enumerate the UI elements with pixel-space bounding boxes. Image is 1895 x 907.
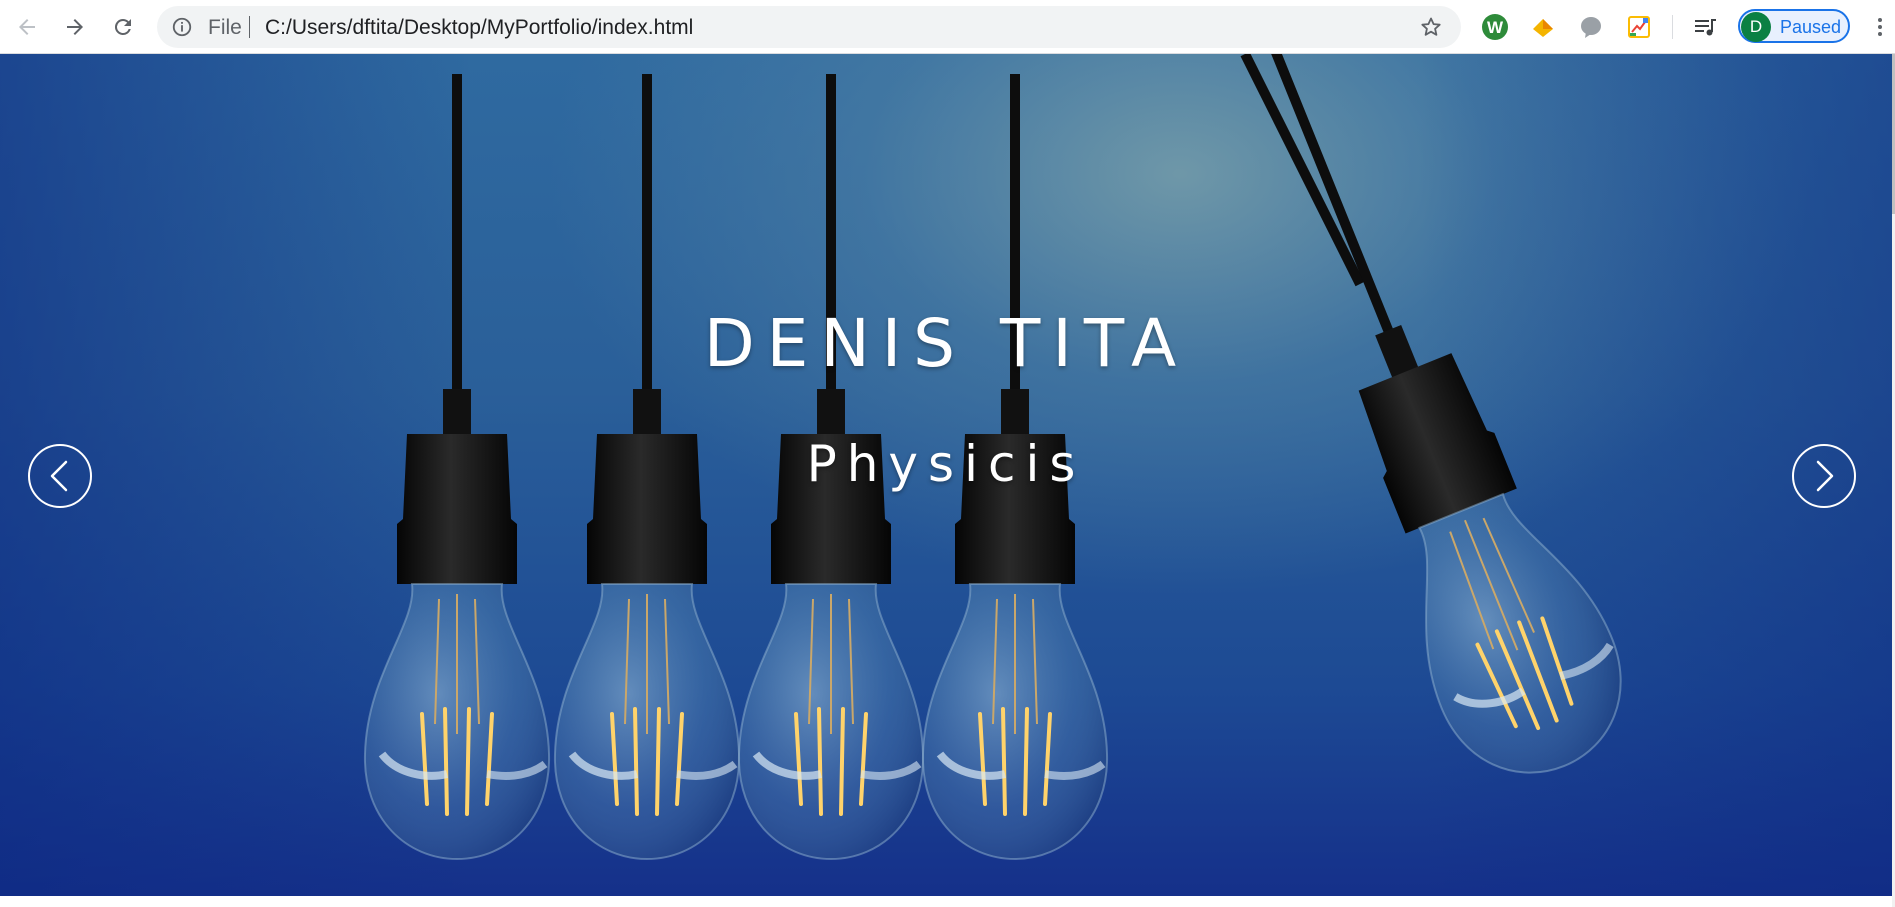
svg-text:W: W [1487,18,1504,37]
address-bar[interactable]: File C:/Users/dftita/Desktop/MyPortfolio… [157,6,1461,48]
image-extension-icon[interactable] [1625,13,1653,41]
toolbar-divider [1672,15,1673,39]
back-arrow-icon [19,19,35,35]
file-scheme-label: File [208,16,242,39]
carousel-next-button[interactable] [1792,444,1856,508]
chevron-left-icon [50,460,68,492]
omnibox-divider [249,16,250,38]
hero-carousel: DENIS TITA Physicis [0,54,1892,896]
forward-arrow-icon [67,19,83,35]
back-button[interactable] [11,11,43,43]
chat-bubble-extension-icon[interactable] [1577,13,1605,41]
diamond-extension-icon[interactable] [1529,13,1557,41]
browser-toolbar: File C:/Users/dftita/Desktop/MyPortfolio… [0,0,1895,54]
avatar: D [1741,12,1771,42]
hero-subtitle: Physicis [806,435,1086,493]
hero-title: DENIS TITA [703,305,1189,382]
kebab-menu-icon[interactable] [1872,13,1888,41]
media-playlist-icon[interactable] [1691,13,1719,41]
url-text[interactable]: C:/Users/dftita/Desktop/MyPortfolio/inde… [265,17,693,39]
w-extension-icon[interactable]: W [1481,13,1509,41]
reload-button[interactable] [107,11,139,43]
page-content-below [0,896,1892,907]
info-icon[interactable] [171,16,193,38]
forward-button[interactable] [59,11,91,43]
bookmark-star-icon[interactable] [1419,15,1443,39]
chevron-right-icon [1816,460,1834,492]
reload-icon [114,18,131,35]
page-viewport: DENIS TITA Physicis [0,54,1895,907]
sync-status-label: Paused [1780,17,1842,37]
profile-button[interactable]: D Paused [1738,9,1850,43]
carousel-prev-button[interactable] [28,444,92,508]
